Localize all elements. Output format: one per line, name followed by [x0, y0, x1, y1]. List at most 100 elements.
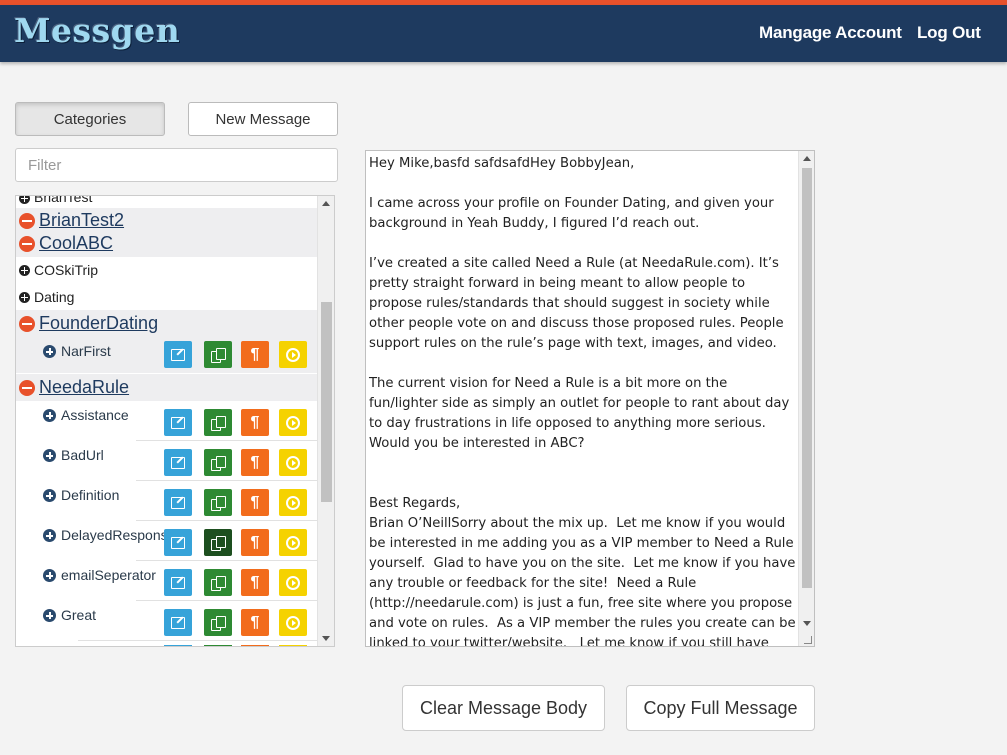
expand-plus-icon[interactable]	[43, 409, 56, 422]
insert-paragraph-button[interactable]: ¶	[241, 569, 269, 596]
edit-button[interactable]	[164, 341, 192, 368]
category-row[interactable]: BrianTest2	[16, 208, 318, 232]
arrow-right-circle-icon	[286, 535, 300, 550]
expand-plus-icon[interactable]	[43, 569, 56, 582]
go-button-clipped	[279, 645, 307, 646]
category-scrollbar[interactable]	[317, 196, 334, 646]
scroll-thumb[interactable]	[802, 168, 812, 588]
edit-button[interactable]	[164, 529, 192, 556]
insert-message-button[interactable]	[279, 409, 307, 436]
insert-paragraph-button[interactable]: ¶	[241, 489, 269, 516]
expand-plus-icon[interactable]	[43, 345, 56, 358]
arrow-right-circle-icon	[286, 575, 300, 590]
insert-message-button[interactable]	[279, 489, 307, 516]
copy-button[interactable]	[204, 609, 232, 636]
message-row[interactable]: Great ¶	[16, 601, 318, 641]
category-row[interactable]: Dating	[16, 283, 318, 310]
scroll-up-arrow-icon[interactable]	[322, 201, 330, 206]
collapse-minus-icon[interactable]	[19, 316, 35, 332]
expand-plus-icon[interactable]	[19, 265, 30, 276]
category-row[interactable]: COSkiTrip	[16, 257, 318, 283]
category-label[interactable]: BrianTest	[34, 196, 92, 205]
edit-icon	[171, 416, 185, 429]
expand-plus-icon[interactable]	[43, 489, 56, 502]
copy-button[interactable]	[204, 529, 232, 556]
insert-message-button[interactable]	[279, 569, 307, 596]
brand-logo[interactable]: Messgen	[14, 11, 180, 50]
edit-button[interactable]	[164, 569, 192, 596]
edit-button[interactable]	[164, 609, 192, 636]
category-label[interactable]: COSkiTrip	[34, 262, 98, 278]
message-row[interactable]: DelayedResponse ¶	[16, 521, 318, 561]
log-out-link[interactable]: Log Out	[917, 23, 981, 43]
scroll-down-arrow-icon[interactable]	[803, 621, 811, 626]
message-row[interactable]: emailSeperator ¶	[16, 561, 318, 601]
category-row[interactable]: NeedaRule	[16, 374, 318, 401]
category-row[interactable]: FounderDating	[16, 310, 318, 337]
message-scrollbar[interactable]	[798, 151, 814, 646]
insert-message-button[interactable]	[279, 341, 307, 368]
expand-plus-icon[interactable]	[43, 449, 56, 462]
category-link[interactable]: CoolABC	[39, 233, 113, 254]
insert-message-button[interactable]	[279, 609, 307, 636]
copy-button[interactable]	[204, 489, 232, 516]
clear-message-body-button[interactable]: Clear Message Body	[402, 685, 605, 731]
edit-button[interactable]	[164, 409, 192, 436]
expand-plus-icon[interactable]	[43, 529, 56, 542]
message-row[interactable]: Definition ¶	[16, 481, 318, 521]
copy-full-message-button[interactable]: Copy Full Message	[626, 685, 815, 731]
message-label[interactable]: Definition	[61, 487, 119, 503]
new-message-button[interactable]: New Message	[188, 102, 338, 136]
message-label[interactable]: BadUrl	[61, 447, 104, 463]
resize-grip-icon[interactable]	[804, 636, 812, 644]
message-body-textarea[interactable]: Hey Mike,basfd safdsafdHey BobbyJean, I …	[365, 150, 815, 647]
message-body-text[interactable]: Hey Mike,basfd safdsafdHey BobbyJean, I …	[369, 154, 799, 646]
insert-paragraph-button[interactable]: ¶	[241, 341, 269, 368]
insert-paragraph-button[interactable]: ¶	[241, 409, 269, 436]
filter-input[interactable]	[15, 148, 338, 182]
copy-button[interactable]	[204, 341, 232, 368]
expand-plus-icon[interactable]	[19, 292, 30, 303]
expand-plus-icon[interactable]	[19, 196, 30, 204]
collapse-minus-icon[interactable]	[19, 213, 35, 229]
message-label[interactable]: NarFirst	[61, 343, 111, 359]
paragraph-icon: ¶	[250, 345, 260, 363]
category-link[interactable]: FounderDating	[39, 313, 158, 334]
scroll-thumb[interactable]	[321, 302, 332, 502]
insert-paragraph-button[interactable]: ¶	[241, 449, 269, 476]
message-row[interactable]: NarFirst ¶	[16, 337, 318, 373]
scroll-up-arrow-icon[interactable]	[803, 156, 811, 161]
collapse-minus-icon[interactable]	[19, 236, 35, 252]
message-row[interactable]: Assistance ¶	[16, 401, 318, 441]
copy-button[interactable]	[204, 449, 232, 476]
edit-button[interactable]	[164, 449, 192, 476]
scroll-down-arrow-icon[interactable]	[322, 636, 330, 641]
copy-button[interactable]	[204, 569, 232, 596]
divider	[78, 640, 318, 641]
arrow-right-circle-icon	[286, 455, 300, 470]
expand-plus-icon[interactable]	[43, 609, 56, 622]
category-link[interactable]: NeedaRule	[39, 377, 129, 398]
message-label[interactable]: Great	[61, 607, 96, 623]
category-list[interactable]: BrianTest BrianTest2 CoolABC COSkiTrip D…	[15, 195, 335, 647]
insert-paragraph-button[interactable]: ¶	[241, 529, 269, 556]
message-label[interactable]: Assistance	[61, 407, 129, 423]
edit-button[interactable]	[164, 489, 192, 516]
copy-button[interactable]	[204, 409, 232, 436]
edit-icon	[171, 496, 185, 509]
message-row[interactable]: BadUrl ¶	[16, 441, 318, 481]
category-label[interactable]: Dating	[34, 289, 74, 305]
manage-account-link[interactable]: Mangage Account	[759, 23, 902, 43]
category-row[interactable]: CoolABC	[16, 232, 318, 257]
category-link[interactable]: BrianTest2	[39, 210, 124, 231]
insert-message-button[interactable]	[279, 529, 307, 556]
collapse-minus-icon[interactable]	[19, 380, 35, 396]
categories-button[interactable]: Categories	[15, 102, 165, 136]
insert-message-button[interactable]	[279, 449, 307, 476]
category-row[interactable]: BrianTest	[16, 196, 318, 206]
message-label[interactable]: emailSeperator	[61, 567, 156, 583]
insert-paragraph-button[interactable]: ¶	[241, 609, 269, 636]
paragraph-icon: ¶	[250, 533, 260, 551]
copy-icon	[211, 575, 226, 591]
message-label[interactable]: DelayedResponse	[61, 527, 175, 543]
